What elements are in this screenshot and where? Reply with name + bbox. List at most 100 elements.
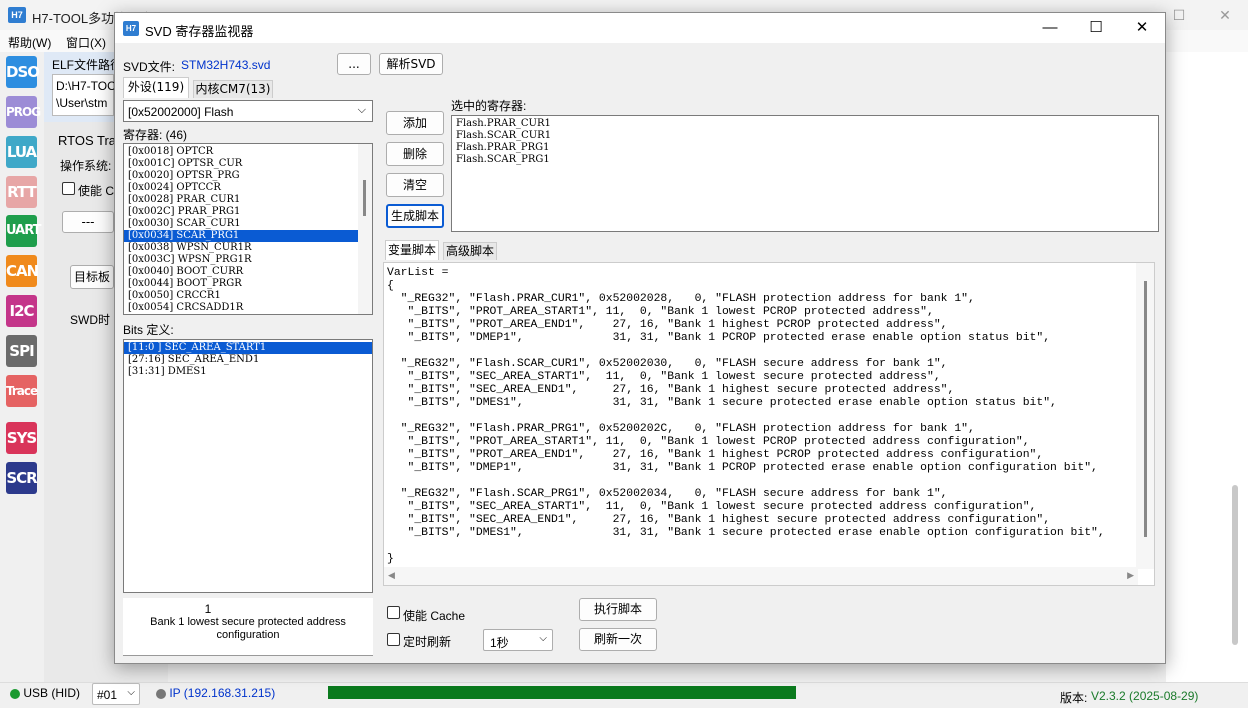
sidebar-prog[interactable]: PROG <box>6 96 41 128</box>
dialog-icon: H7 <box>123 21 139 36</box>
port-select-value: #01 <box>97 688 118 702</box>
register-list-item[interactable]: [0x0028] PRAR_CUR1 <box>124 194 372 206</box>
menu-window[interactable]: 窗口(X) <box>66 34 106 51</box>
ip-status-text: IP (192.168.31.215) <box>169 686 276 700</box>
sidebar-spi[interactable]: SPI <box>6 335 37 367</box>
clear-button[interactable]: 清空 <box>386 173 444 197</box>
svd-file-name: STM32H743.svd <box>181 58 271 72</box>
registers-scrollbar[interactable] <box>358 144 372 314</box>
svd-file-label: SVD文件: <box>123 60 176 74</box>
rtos-dash-button[interactable]: --- <box>62 211 114 233</box>
parse-svd-button[interactable]: 解析SVD <box>379 53 443 75</box>
peripheral-select-value: [0x52002000] Flash <box>128 105 234 119</box>
dialog-minimize-icon[interactable]: — <box>1027 13 1073 43</box>
sidebar-i2c[interactable]: I2C <box>6 295 37 327</box>
ip-status: IP (192.168.31.215) <box>156 686 275 700</box>
peripheral-select[interactable]: [0x52002000] Flash ⌵ <box>123 100 373 122</box>
selected-register-item[interactable]: Flash.PRAR_CUR1 <box>452 118 1158 130</box>
selected-register-item[interactable]: Flash.PRAR_PRG1 <box>452 142 1158 154</box>
scroll-left-icon[interactable]: ◀ <box>388 570 395 581</box>
script-vscrollbar[interactable] <box>1136 263 1154 569</box>
timer-refresh-checkbox[interactable] <box>387 633 400 646</box>
register-list-item[interactable]: [0x0054] CRCSADD1R <box>124 302 372 314</box>
tab-advanced-script[interactable]: 高级脚本 <box>443 242 497 260</box>
selected-registers-list[interactable]: Flash.PRAR_CUR1 Flash.SCAR_CUR1 Flash.PRAR… <box>451 115 1159 232</box>
interval-select[interactable]: 1秒 ⌵ <box>483 629 553 651</box>
add-button[interactable]: 添加 <box>386 111 444 135</box>
svd-dialog: H7 SVD 寄存器监视器 — ☐ ✕ SVD文件: STM32H743.svd… <box>114 12 1166 664</box>
browse-button[interactable]: ... <box>337 53 371 75</box>
script-hscrollbar[interactable]: ◀ ▶ <box>384 567 1138 585</box>
sidebar-uart[interactable]: UART <box>6 215 42 247</box>
selected-register-item[interactable]: Flash.SCAR_CUR1 <box>452 130 1158 142</box>
cache-checkbox[interactable] <box>387 606 400 619</box>
usb-status-text: USB (HID) <box>23 686 81 700</box>
sidebar-scr[interactable]: SCR <box>6 462 38 494</box>
swd-label: SWD时 <box>70 313 110 327</box>
os-label: 操作系统: <box>60 159 112 173</box>
register-list-item[interactable]: [0x003C] WPSN_PRG1R <box>124 254 372 266</box>
bit-info-value: 1 <box>204 602 212 616</box>
bits-list-item[interactable]: [27:16] SEC_AREA_END1 <box>124 354 372 366</box>
register-list-item[interactable]: [0x0038] WPSN_CUR1R <box>124 242 372 254</box>
tab-peripherals[interactable]: 外设(119) <box>123 77 189 98</box>
menu-help[interactable]: 帮助(W) <box>8 34 51 51</box>
script-text[interactable]: VarList = { "_REG32", "Flash.PRAR_CUR1",… <box>387 267 1105 566</box>
ip-status-icon <box>156 688 166 699</box>
register-list-item[interactable]: [0x0044] BOOT_PRGR <box>124 278 372 290</box>
timer-refresh-label: 定时刷新 <box>403 635 452 649</box>
register-list-item[interactable]: [0x002C] PRAR_PRG1 <box>124 206 372 218</box>
main-scrollbar[interactable] <box>1232 485 1238 645</box>
dialog-titlebar <box>115 13 1165 43</box>
register-list-item[interactable]: [0x0024] OPTCCR <box>124 182 372 194</box>
progress-bar <box>328 686 796 699</box>
bits-list[interactable]: [11:0 ] SEC_AREA_START1 [27:16] SEC_AREA_… <box>123 339 373 593</box>
sidebar-sys[interactable]: SYS <box>6 422 37 454</box>
execute-script-button[interactable]: 执行脚本 <box>579 598 657 621</box>
elf-label: ELF文件路径 <box>52 58 123 72</box>
port-select[interactable]: #01 ⌵ <box>92 683 140 705</box>
sidebar-can[interactable]: CAN <box>6 255 39 287</box>
bits-label: Bits 定义: <box>123 323 174 337</box>
app-logo: H7 <box>8 7 26 23</box>
refresh-once-button[interactable]: 刷新一次 <box>579 628 657 651</box>
tab-core-cm7[interactable]: 内核CM7(13) <box>193 80 273 98</box>
cache-label: 使能 Cache <box>403 609 466 623</box>
version-label: 版本: <box>1060 691 1088 705</box>
sidebar-rtt[interactable]: RTT <box>6 176 37 208</box>
usb-status: USB (HID) <box>10 686 80 700</box>
sidebar-lua[interactable]: LUA <box>6 136 37 168</box>
target-board-button[interactable]: 目标板 <box>70 265 114 289</box>
chevron-down-icon: ⌵ <box>127 687 135 698</box>
dialog-close-icon[interactable]: ✕ <box>1119 13 1165 43</box>
register-list-item[interactable]: [0x0030] SCAR_CUR1 <box>124 218 372 230</box>
register-list-item[interactable]: [0x0050] CRCCR1 <box>124 290 372 302</box>
register-list-item[interactable]: [0x0040] BOOT_CURR <box>124 266 372 278</box>
close-icon[interactable]: ✕ <box>1202 0 1248 30</box>
dialog-maximize-icon[interactable]: ☐ <box>1073 13 1119 43</box>
script-editor[interactable]: VarList = { "_REG32", "Flash.PRAR_CUR1",… <box>383 262 1155 586</box>
generate-script-button[interactable]: 生成脚本 <box>386 204 444 228</box>
selected-registers-label: 选中的寄存器: <box>451 99 527 113</box>
register-list-item[interactable]: [0x0020] OPTSR_PRG <box>124 170 372 182</box>
usb-status-icon <box>10 688 20 699</box>
tab-variable-script[interactable]: 变量脚本 <box>385 240 439 260</box>
chevron-down-icon: ⌵ <box>357 104 366 116</box>
register-list-item[interactable]: [0x001C] OPTSR_CUR <box>124 158 372 170</box>
register-list-item[interactable]: [0x0034] SCAR_PRG1 <box>124 230 372 242</box>
registers-label: 寄存器: (46) <box>123 128 188 142</box>
scroll-right-icon[interactable]: ▶ <box>1127 570 1134 581</box>
bit-info-description: Bank 1 lowest secure protected address c… <box>150 616 346 641</box>
sidebar-trace[interactable]: Trace <box>6 375 38 407</box>
registers-list[interactable]: [0x0018] OPTCR [0x001C] OPTSR_CUR [0x0020]… <box>123 143 373 315</box>
dialog-title: SVD 寄存器监视器 <box>145 24 254 39</box>
bits-list-item[interactable]: [11:0 ] SEC_AREA_START1 <box>124 342 372 354</box>
delete-button[interactable]: 删除 <box>386 142 444 166</box>
rtos-enable-checkbox[interactable] <box>62 182 75 195</box>
register-list-item[interactable]: [0x0018] OPTCR <box>124 146 372 158</box>
sidebar-dso[interactable]: DSO <box>6 56 40 88</box>
selected-register-item[interactable]: Flash.SCAR_PRG1 <box>452 154 1158 166</box>
rtos-enable-label: 使能 C <box>78 184 115 198</box>
elf-path-line1: D:\H7-TOO <box>56 79 117 93</box>
bits-list-item[interactable]: [31:31] DMES1 <box>124 366 372 378</box>
